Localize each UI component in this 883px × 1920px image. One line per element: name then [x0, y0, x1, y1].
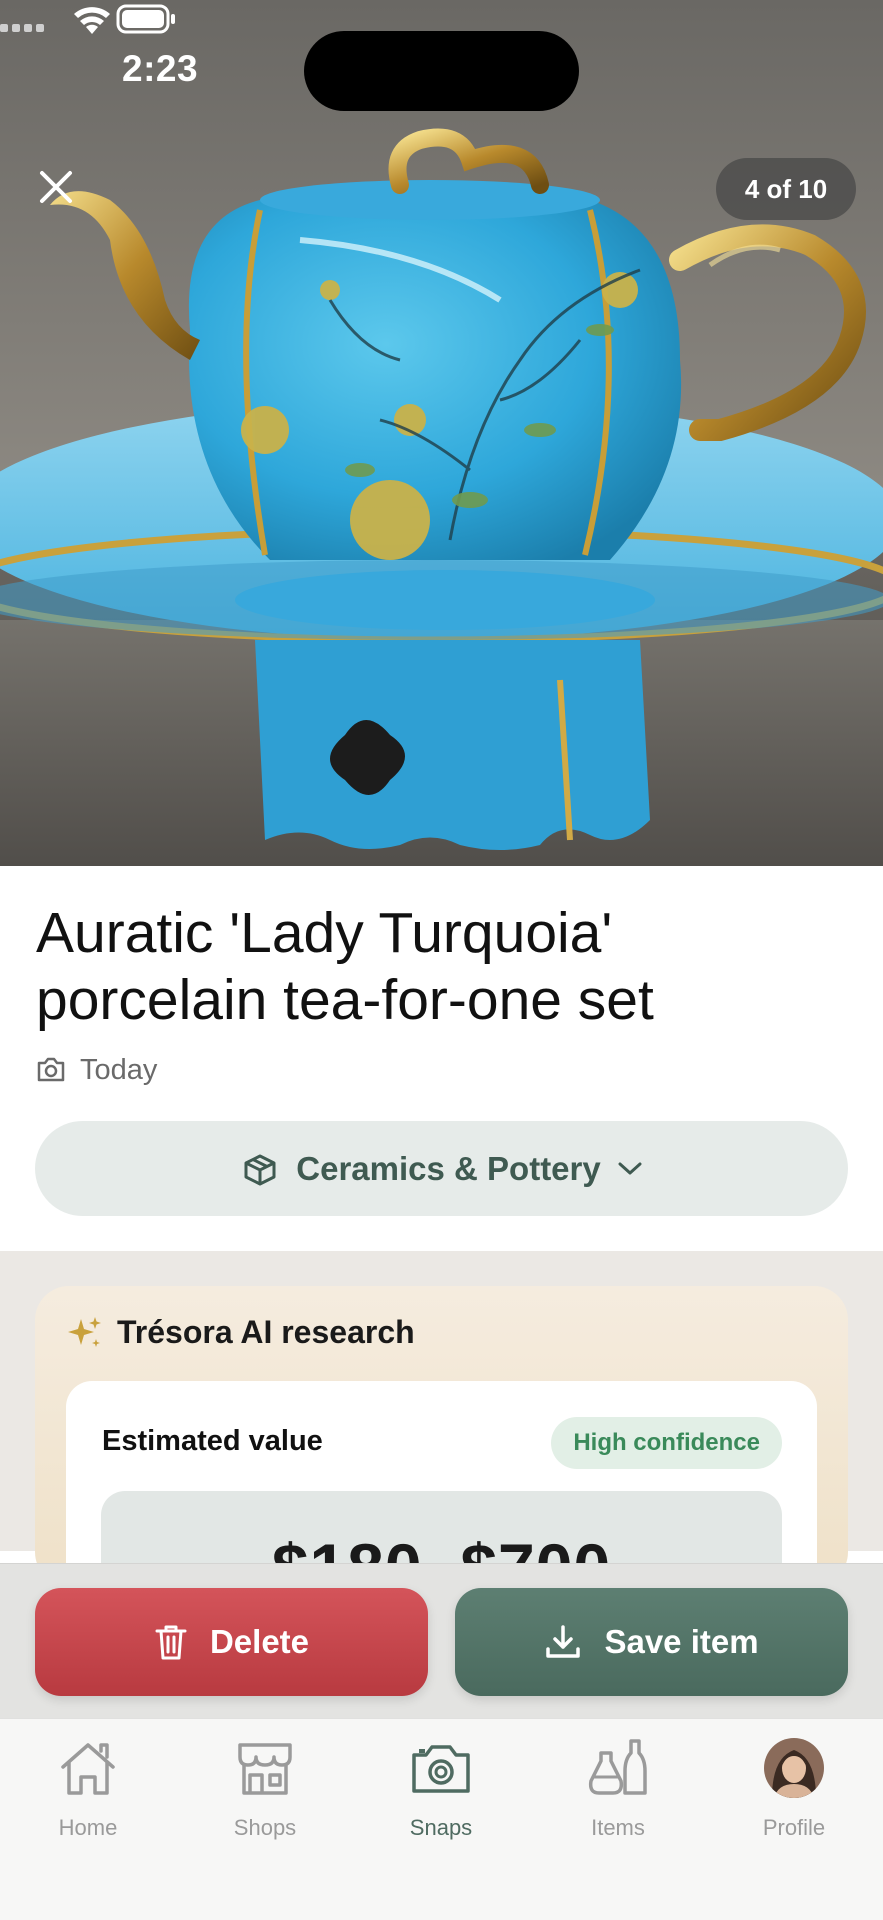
- tab-home-label: Home: [58, 1815, 118, 1840]
- ai-research-card: Trésora AI research Estimated value High…: [35, 1286, 848, 1641]
- tab-shops-label: Shops: [233, 1815, 297, 1840]
- tab-shops[interactable]: Shops: [190, 1733, 340, 1843]
- status-time: 2:23: [122, 48, 199, 89]
- ai-research-heading: Trésora AI research: [117, 1314, 415, 1350]
- vases-icon: [588, 1739, 647, 1795]
- photo-counter: 4 of 10: [716, 158, 856, 220]
- battery-icon: [116, 4, 175, 34]
- category-selector[interactable]: Ceramics & Pottery: [35, 1121, 848, 1216]
- camera-icon: [37, 1057, 65, 1082]
- signal-icon: [0, 24, 44, 32]
- tab-bar: Home Shops Snaps Items Profile: [0, 1718, 883, 1920]
- capture-date: Today: [36, 1050, 157, 1090]
- box-icon: [244, 1154, 276, 1185]
- tab-items-label: Items: [591, 1815, 645, 1840]
- tab-snaps-label: Snaps: [409, 1815, 473, 1840]
- status-icons: [0, 4, 175, 34]
- avatar: [764, 1738, 824, 1798]
- save-item-button[interactable]: Save item: [455, 1588, 848, 1696]
- tab-items[interactable]: Items: [543, 1733, 693, 1843]
- wifi-icon: [74, 7, 110, 34]
- dynamic-island: [304, 31, 579, 111]
- tab-home[interactable]: Home: [13, 1733, 163, 1843]
- item-title: Auratic 'Lady Turquoia' porcelain tea-fo…: [36, 901, 654, 1032]
- delete-button[interactable]: Delete: [35, 1588, 428, 1696]
- home-icon: [61, 1743, 115, 1795]
- item-photo[interactable]: 2:23 4 of 10: [0, 0, 883, 866]
- camera-icon: [412, 1745, 470, 1793]
- confidence-badge: High confidence: [551, 1417, 782, 1469]
- download-icon: [546, 1625, 581, 1658]
- close-button[interactable]: [34, 165, 78, 209]
- close-icon: [40, 171, 72, 203]
- category-label: Ceramics & Pottery: [296, 1149, 601, 1187]
- teapot-illustration: [0, 0, 883, 866]
- trash-icon: [155, 1625, 187, 1660]
- capture-date-text: Today: [80, 1053, 158, 1086]
- sparkles-icon: [68, 1316, 101, 1347]
- estimated-value-label: Estimated value: [102, 1425, 323, 1457]
- save-item-label: Save item: [604, 1623, 759, 1660]
- action-bar: Delete Save item: [0, 1563, 883, 1718]
- tab-snaps[interactable]: Snaps: [366, 1733, 516, 1843]
- chevron-down-icon: [618, 1162, 642, 1174]
- tab-profile-label: Profile: [762, 1815, 826, 1840]
- delete-label: Delete: [209, 1623, 310, 1660]
- shop-icon: [238, 1743, 292, 1795]
- tab-profile[interactable]: Profile: [719, 1733, 869, 1843]
